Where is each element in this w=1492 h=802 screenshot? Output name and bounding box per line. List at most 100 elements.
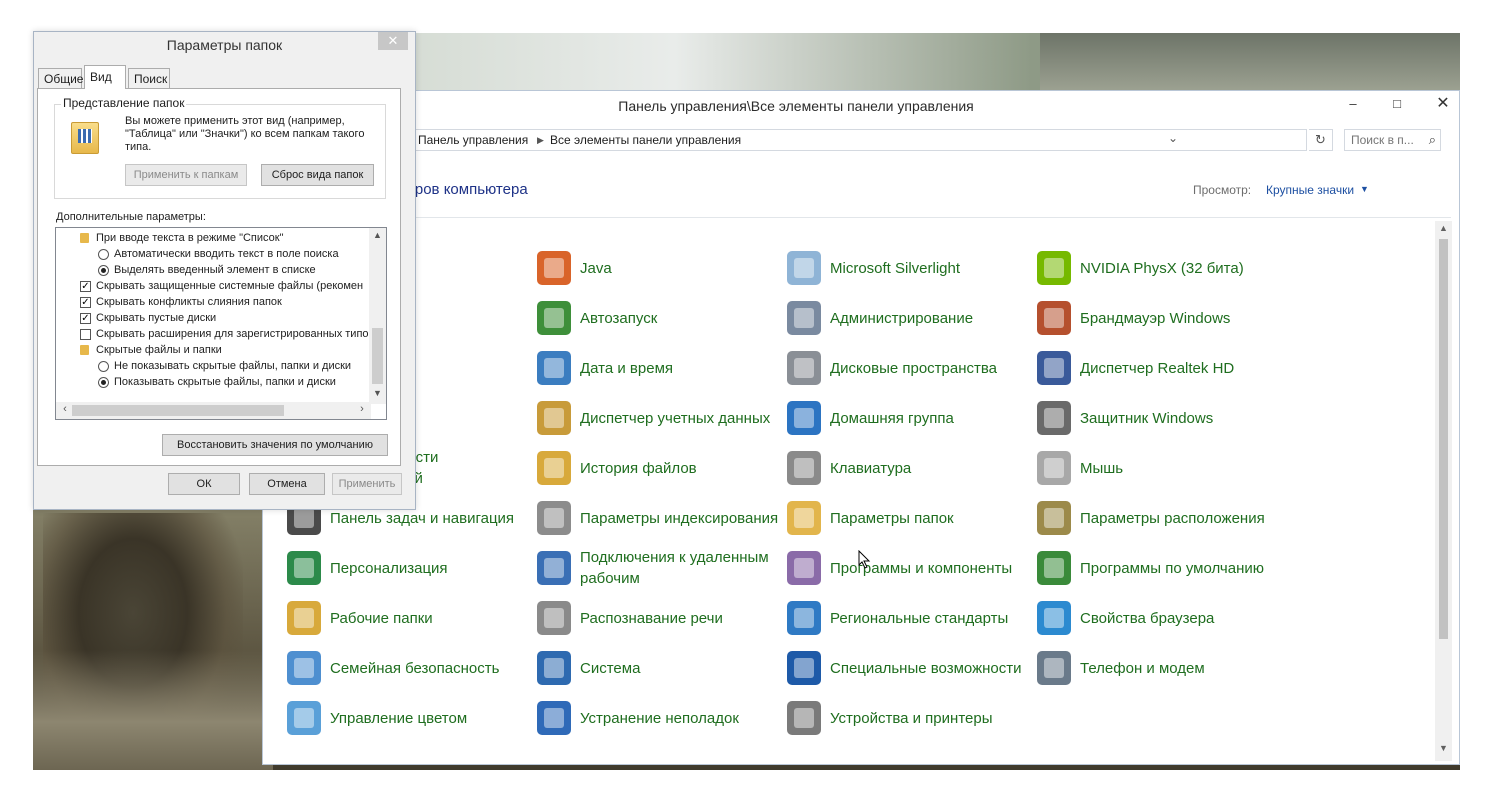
minimize-button[interactable]: – (1339, 93, 1367, 115)
control-panel-item[interactable]: Семейная безопасность (287, 645, 527, 691)
control-panel-item[interactable]: Параметры расположения (1037, 495, 1277, 541)
nvidia-icon[interactable] (1037, 251, 1071, 285)
checkbox[interactable]: ✓ (80, 313, 91, 324)
remote-desktop-icon[interactable] (537, 551, 571, 585)
scroll-thumb[interactable] (1439, 239, 1448, 639)
realtek-icon[interactable] (1037, 351, 1071, 385)
control-panel-item-label[interactable]: Устранение неполадок (580, 695, 780, 741)
refresh-button[interactable]: ↻ (1309, 129, 1333, 151)
control-panel-item-label[interactable]: Параметры индексирования (580, 495, 780, 541)
storage-icon[interactable] (787, 351, 821, 385)
control-panel-item-label[interactable]: Java (580, 245, 780, 291)
control-panel-item-label[interactable]: Телефон и модем (1080, 645, 1280, 691)
control-panel-item-label[interactable]: Распознавание речи (580, 595, 780, 641)
tree-horizontal-scrollbar[interactable]: ‹ › (56, 402, 371, 419)
control-panel-item-label[interactable]: Брандмауэр Windows (1080, 295, 1280, 341)
control-panel-item[interactable]: Программы и компоненты (787, 545, 1027, 591)
control-panel-item[interactable]: Свойства браузера (1037, 595, 1277, 641)
tab-view[interactable]: Вид (84, 65, 126, 89)
control-panel-item[interactable]: Региональные стандарты (787, 595, 1027, 641)
credential-icon[interactable] (537, 401, 571, 435)
region-icon[interactable] (787, 601, 821, 635)
mouse-icon[interactable] (1037, 451, 1071, 485)
control-panel-item[interactable]: Персонализация (287, 545, 527, 591)
tab-search[interactable]: Поиск (128, 68, 170, 88)
location-icon[interactable] (1037, 501, 1071, 535)
control-panel-item[interactable]: Клавиатура (787, 445, 1027, 491)
control-panel-item-label[interactable]: Мышь (1080, 445, 1280, 491)
personalization-icon[interactable] (287, 551, 321, 585)
radio-button[interactable] (98, 377, 109, 388)
control-panel-titlebar[interactable]: Панель управления\Все элементы панели уп… (263, 91, 1459, 121)
silverlight-icon[interactable] (787, 251, 821, 285)
file-history-icon[interactable] (537, 451, 571, 485)
control-panel-item-label[interactable]: Клавиатура (830, 445, 1030, 491)
control-panel-item-label[interactable]: Устройства и принтеры (830, 695, 1030, 741)
ok-button[interactable]: ОК (168, 473, 240, 495)
color-management-icon[interactable] (287, 701, 321, 735)
scroll-up-icon[interactable]: ▲ (1435, 223, 1452, 237)
control-panel-item[interactable]: Автозапуск (537, 295, 777, 341)
checkbox[interactable] (80, 329, 91, 340)
control-panel-item-label[interactable]: Защитник Windows (1080, 395, 1280, 441)
homegroup-icon[interactable] (787, 401, 821, 435)
control-panel-item[interactable]: Параметры индексирования (537, 495, 780, 541)
clock-icon[interactable] (537, 351, 571, 385)
folder-options-icon[interactable] (787, 501, 821, 535)
autoplay-icon[interactable] (537, 301, 571, 335)
radio-button[interactable] (98, 361, 109, 372)
control-panel-item[interactable]: Java (537, 245, 777, 291)
dialog-close-button[interactable]: ✕ (378, 32, 408, 50)
control-panel-item[interactable]: Домашняя группа (787, 395, 1027, 441)
control-panel-item-label[interactable]: Параметры расположения (1080, 495, 1280, 541)
checkbox[interactable]: ✓ (80, 281, 91, 292)
control-panel-item-label[interactable]: Программы по умолчанию (1080, 545, 1280, 591)
family-safety-icon[interactable] (287, 651, 321, 685)
control-panel-item[interactable]: Диспетчер учетных данных (537, 395, 777, 441)
view-dropdown-caret-icon[interactable]: ▼ (1360, 184, 1369, 194)
programs-icon[interactable] (787, 551, 821, 585)
control-panel-item-label[interactable]: Управление цветом (330, 695, 530, 741)
control-panel-item[interactable]: Распознавание речи (537, 595, 777, 641)
control-panel-item[interactable]: Брандмауэр Windows (1037, 295, 1277, 341)
cancel-button[interactable]: Отмена (249, 473, 325, 495)
control-panel-item[interactable]: Администрирование (787, 295, 1027, 341)
breadcrumb-control-panel[interactable]: Панель управления (418, 133, 528, 147)
advanced-settings-tree[interactable]: При вводе текста в режиме "Список" Автома… (55, 227, 387, 420)
address-bar[interactable]: Панель управления ▶ Все элементы панели … (403, 129, 1307, 151)
control-panel-item-label[interactable]: Специальные возможности (830, 645, 1030, 691)
accessibility-icon[interactable] (787, 651, 821, 685)
control-panel-item[interactable]: Microsoft Silverlight (787, 245, 1027, 291)
control-panel-item[interactable]: Рабочие папки (287, 595, 527, 641)
scroll-down-icon[interactable]: ▼ (369, 388, 386, 402)
work-folders-icon[interactable] (287, 601, 321, 635)
control-panel-item-label[interactable]: Персонализация (330, 545, 530, 591)
control-panel-item-label[interactable]: Региональные стандарты (830, 595, 1030, 641)
control-panel-item[interactable]: Параметры папок (787, 495, 1027, 541)
search-input[interactable] (1351, 133, 1421, 147)
view-by-dropdown[interactable]: Крупные значки (1266, 183, 1354, 197)
search-box[interactable]: ⌕ (1344, 129, 1441, 151)
apply-to-folders-button[interactable]: Применить к папкам (125, 164, 247, 186)
control-panel-item[interactable]: Система (537, 645, 777, 691)
keyboard-icon[interactable] (787, 451, 821, 485)
control-panel-item-label[interactable]: Семейная безопасность (330, 645, 530, 691)
radio-button[interactable] (98, 249, 109, 260)
control-panel-item[interactable]: История файлов (537, 445, 777, 491)
apply-button[interactable]: Применить (332, 473, 402, 495)
control-panel-item-label[interactable]: Автозапуск (580, 295, 780, 341)
control-panel-item-label[interactable]: Домашняя группа (830, 395, 1030, 441)
search-icon[interactable]: ⌕ (1429, 132, 1436, 148)
control-panel-item-label[interactable]: Microsoft Silverlight (830, 245, 1030, 291)
breadcrumb-all-items[interactable]: Все элементы панели управления (550, 133, 741, 147)
control-panel-item[interactable]: NVIDIA PhysX (32 бита) (1037, 245, 1277, 291)
java-icon[interactable] (537, 251, 571, 285)
tree-vertical-scrollbar[interactable]: ▲ ▼ (369, 228, 386, 404)
control-panel-item-label[interactable]: Дисковые пространства (830, 345, 1030, 391)
control-panel-item-label[interactable]: NVIDIA PhysX (32 бита) (1080, 245, 1280, 291)
indexing-icon[interactable] (537, 501, 571, 535)
system-icon[interactable] (537, 651, 571, 685)
vertical-scrollbar[interactable]: ▲ ▼ (1435, 221, 1452, 761)
scroll-thumb[interactable] (72, 405, 284, 416)
radio-button[interactable] (98, 265, 109, 276)
